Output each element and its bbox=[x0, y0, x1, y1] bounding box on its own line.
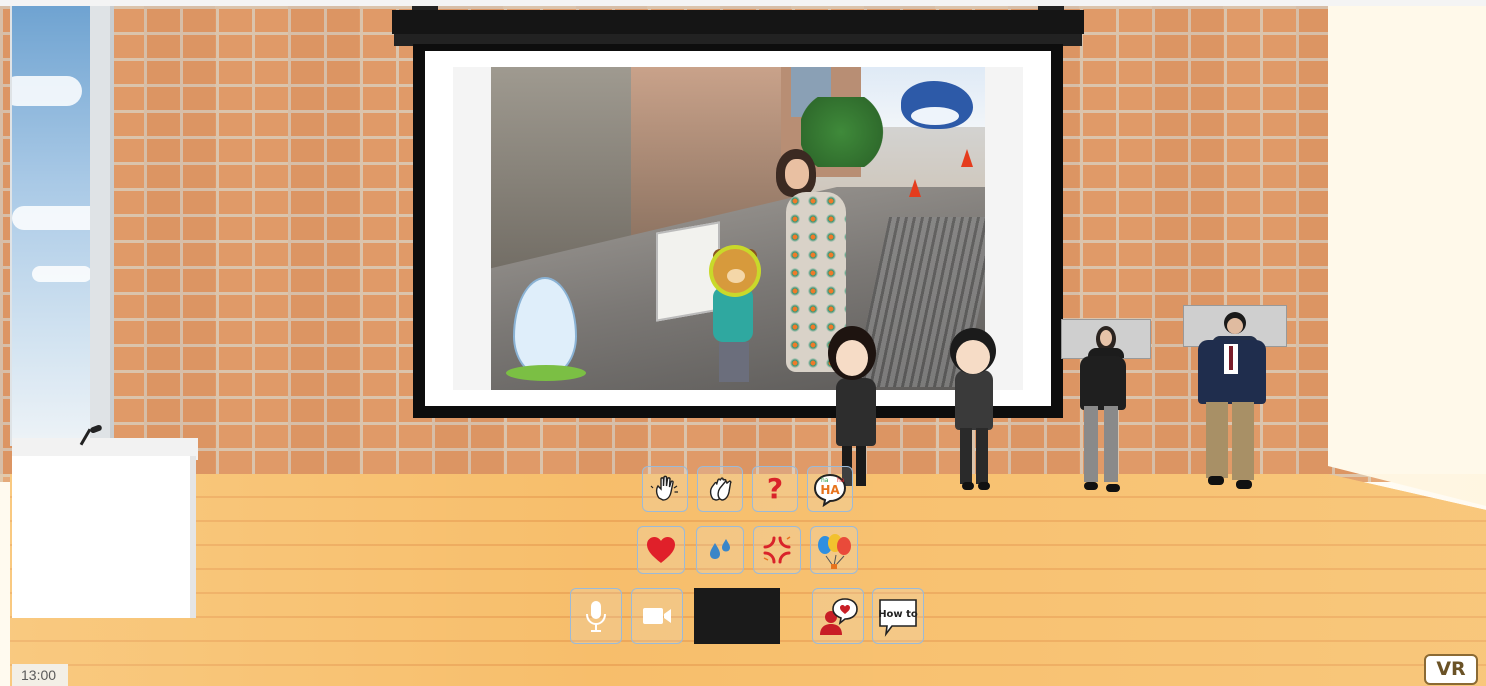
window-sky bbox=[12, 6, 90, 446]
self-video-preview bbox=[694, 588, 780, 644]
laugh-text: HA bbox=[820, 483, 840, 497]
waving-hand-icon bbox=[650, 475, 678, 501]
vr-mode-button[interactable]: VR bbox=[1424, 654, 1478, 685]
laugh-speech-bubble-icon: HA ha ha bbox=[813, 473, 847, 507]
how-to-button[interactable]: How to bbox=[872, 588, 924, 644]
virtual-room-scene: ? HA ha ha How to 13:00 VR bbox=[0, 0, 1486, 686]
video-camera-icon bbox=[643, 608, 671, 624]
anger-symbol-icon bbox=[763, 536, 791, 564]
participant-video-feed bbox=[1061, 319, 1151, 359]
balloons-icon bbox=[818, 534, 851, 569]
heart-button[interactable] bbox=[637, 526, 685, 574]
clap-button[interactable] bbox=[697, 466, 743, 512]
balloons-button[interactable] bbox=[810, 526, 858, 574]
angry-button[interactable] bbox=[753, 526, 801, 574]
laugh-button[interactable]: HA ha ha bbox=[807, 466, 853, 512]
right-wall bbox=[1328, 6, 1486, 506]
question-button[interactable]: ? bbox=[752, 466, 798, 512]
svg-text:ha: ha bbox=[837, 477, 845, 484]
sweat-button[interactable] bbox=[696, 526, 744, 574]
chat-button[interactable] bbox=[812, 588, 864, 644]
heart-icon bbox=[647, 537, 675, 563]
clock-display: 13:00 bbox=[12, 664, 68, 686]
microphone-button[interactable] bbox=[570, 588, 622, 644]
screen-rail bbox=[392, 10, 1084, 34]
svg-text:ha: ha bbox=[821, 477, 829, 484]
person-chat-icon bbox=[820, 598, 858, 635]
raise-hand-button[interactable] bbox=[642, 466, 688, 512]
slide-photo bbox=[491, 67, 985, 390]
microphone-icon bbox=[586, 601, 606, 632]
podium bbox=[12, 456, 196, 618]
sweat-drops-icon bbox=[710, 539, 730, 559]
clapping-hands-icon bbox=[709, 477, 732, 501]
how-to-label: How to bbox=[878, 609, 918, 620]
camera-button[interactable] bbox=[631, 588, 683, 644]
question-mark-icon: ? bbox=[766, 472, 784, 505]
how-to-speech-bubble-icon: How to bbox=[878, 599, 918, 637]
